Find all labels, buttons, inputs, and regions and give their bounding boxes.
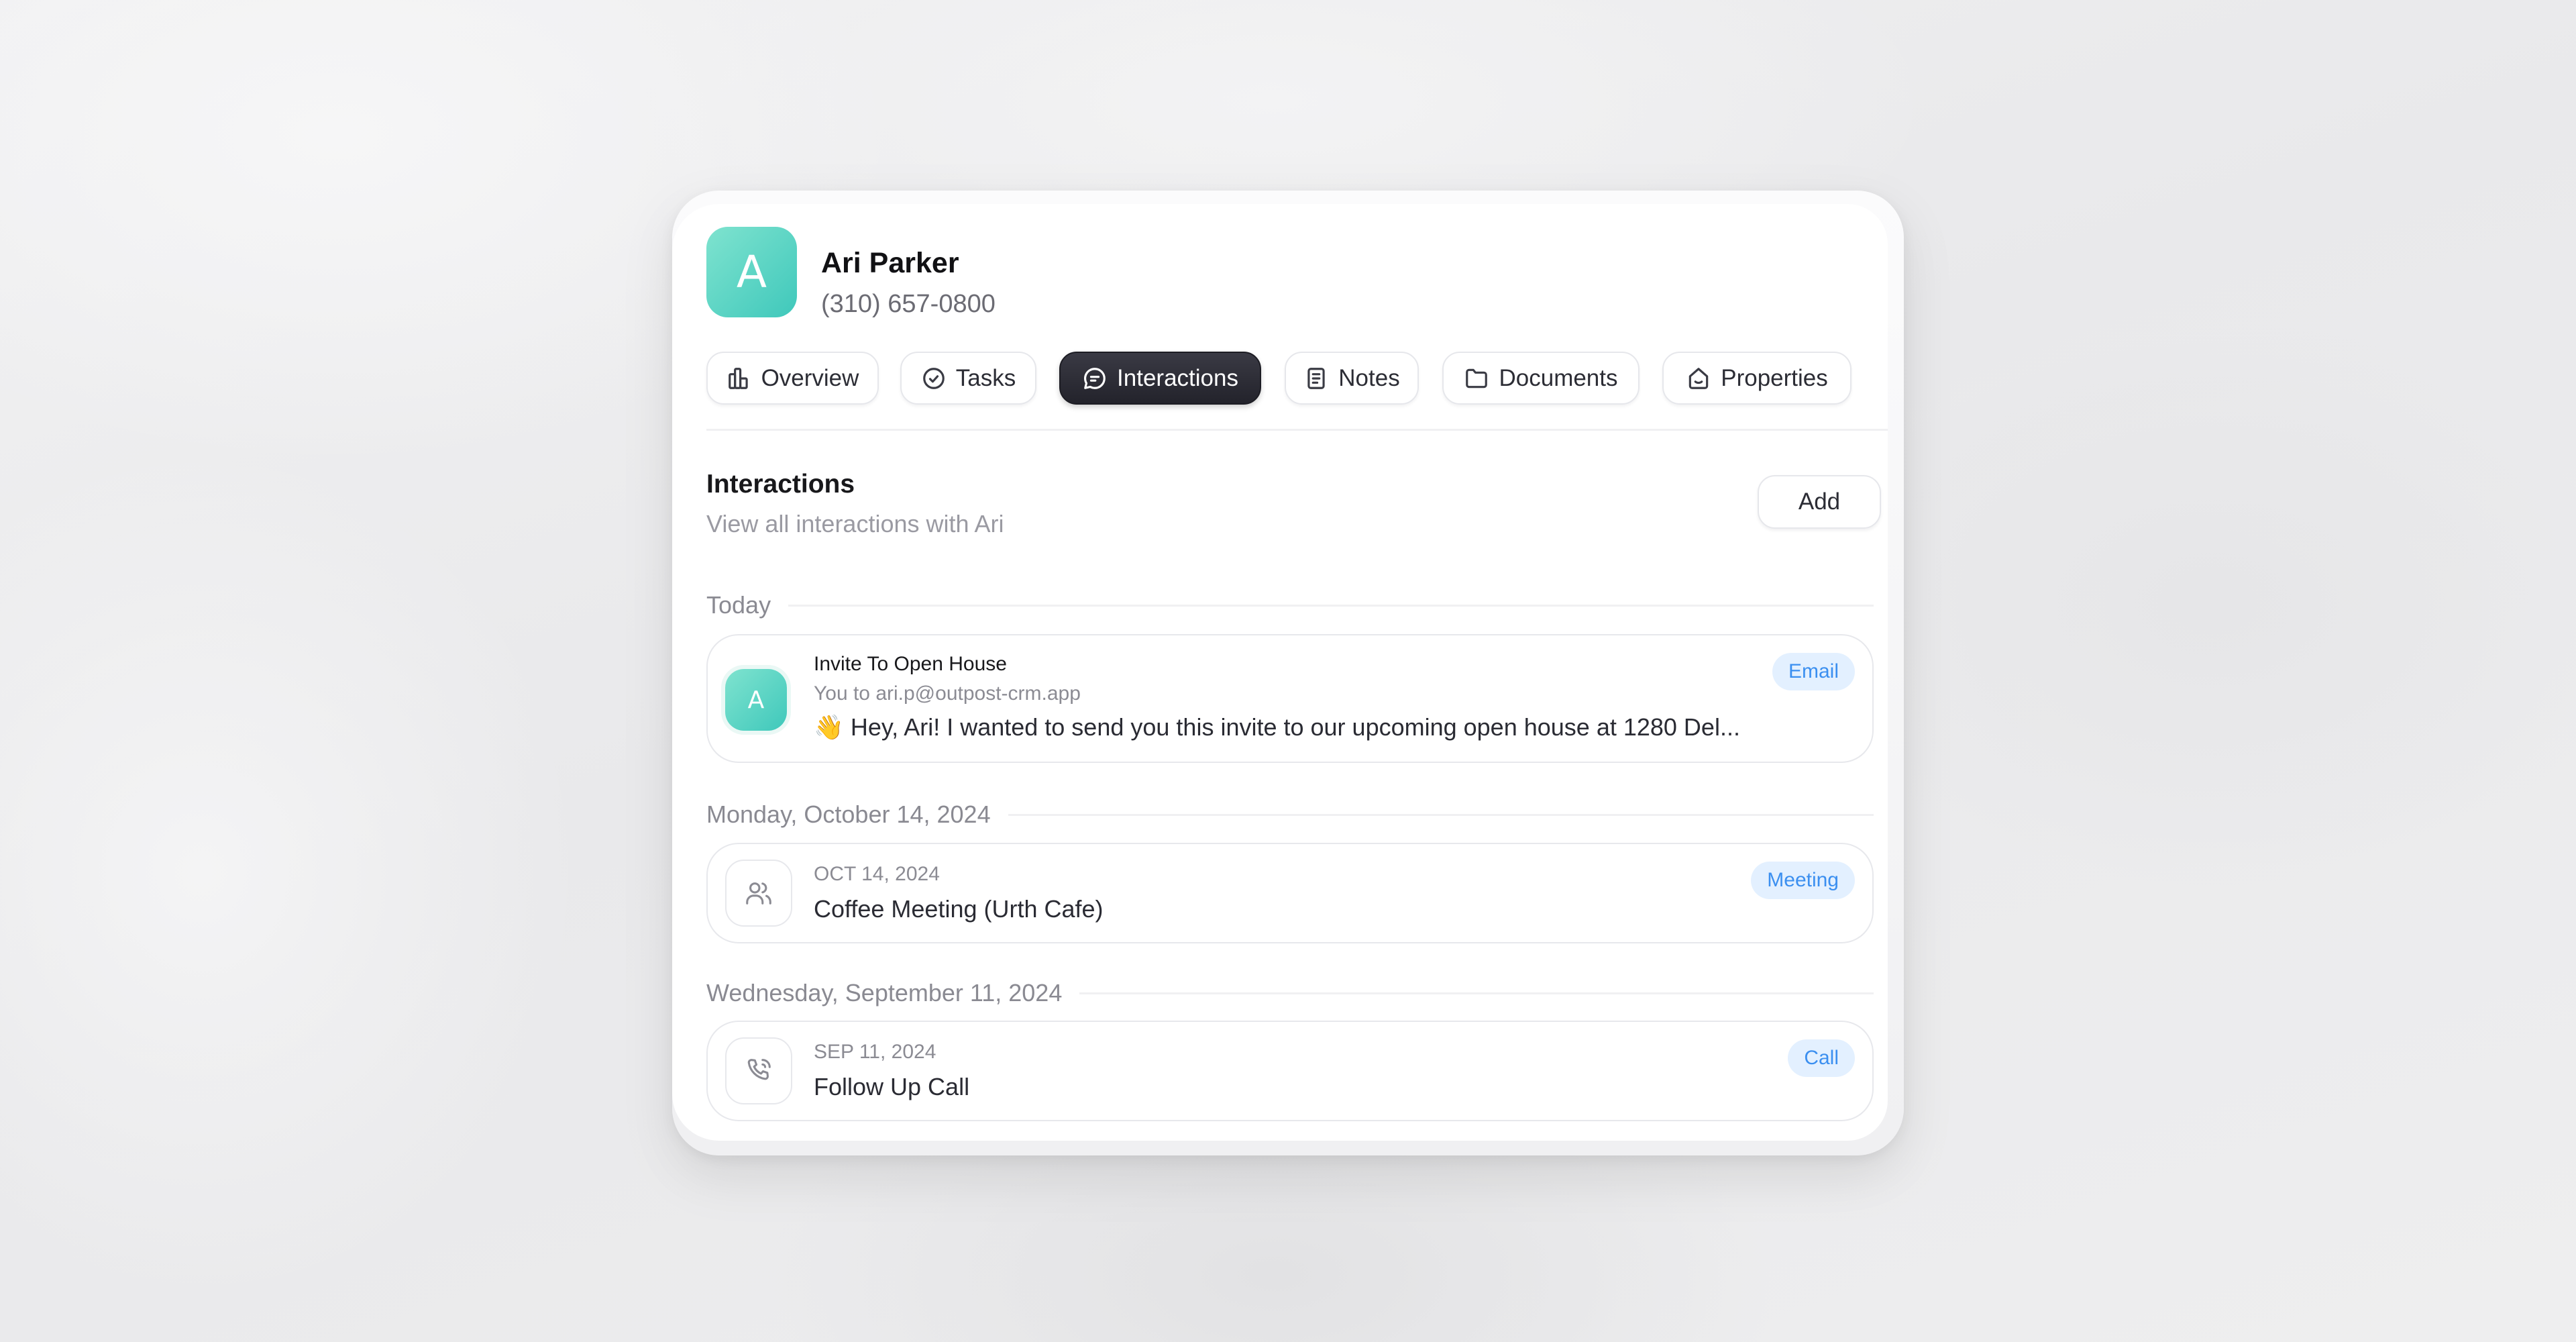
header-divider xyxy=(706,429,1888,431)
call-icon-box xyxy=(725,1037,792,1104)
tab-overview[interactable]: Overview xyxy=(706,352,879,405)
type-badge: Meeting xyxy=(1751,862,1855,899)
date-group-header: Today xyxy=(706,588,1874,622)
date-group-divider xyxy=(788,604,1874,607)
interaction-item-email[interactable]: A Invite To Open House You to ari.p@outp… xyxy=(706,634,1874,763)
type-badge: Email xyxy=(1772,653,1855,690)
date-group-label: Monday, October 14, 2024 xyxy=(706,801,991,828)
interaction-item-meeting[interactable]: OCT 14, 2024 Coffee Meeting (Urth Cafe) … xyxy=(706,843,1874,943)
contact-card: A Ari Parker (310) 657-0800 Overview Tas… xyxy=(672,204,1888,1141)
contact-name: Ari Parker xyxy=(821,247,959,279)
contact-avatar-initial: A xyxy=(736,246,767,298)
phone-call-icon xyxy=(747,1059,771,1080)
meeting-icon-box xyxy=(725,860,792,927)
tab-label: Tasks xyxy=(955,364,1016,391)
email-subject: Invite To Open House xyxy=(814,653,1007,675)
tab-bar: Overview Tasks Interactions Notes Docume… xyxy=(706,352,1887,406)
tab-label: Documents xyxy=(1499,364,1618,391)
add-interaction-button[interactable]: Add xyxy=(1758,475,1881,529)
house-icon xyxy=(1688,367,1709,389)
sender-avatar: A xyxy=(725,669,787,731)
contact-avatar: A xyxy=(706,227,797,317)
tab-properties[interactable]: Properties xyxy=(1662,352,1851,405)
date-group-divider xyxy=(1079,992,1874,994)
chat-bubble-icon xyxy=(1084,367,1106,389)
tab-label: Notes xyxy=(1338,364,1400,391)
notes-icon xyxy=(1307,367,1325,389)
tab-tasks[interactable]: Tasks xyxy=(900,352,1036,405)
type-badge: Call xyxy=(1788,1039,1855,1077)
contact-phone[interactable]: (310) 657-0800 xyxy=(821,290,996,319)
contact-panel-frame: A Ari Parker (310) 657-0800 Overview Tas… xyxy=(672,191,1904,1155)
date-group-label: Wednesday, September 11, 2024 xyxy=(706,979,1063,1007)
bar-chart-icon xyxy=(728,367,748,389)
tab-interactions[interactable]: Interactions xyxy=(1059,352,1261,405)
email-preview: 👋 Hey, Ari! I wanted to send you this in… xyxy=(814,713,1740,741)
interaction-date: SEP 11, 2024 xyxy=(814,1041,936,1063)
date-group-header: Monday, October 14, 2024 xyxy=(706,798,1874,831)
tab-notes[interactable]: Notes xyxy=(1285,352,1419,405)
section-subtitle: View all interactions with Ari xyxy=(706,510,1004,537)
folder-icon xyxy=(1466,368,1488,388)
tab-documents[interactable]: Documents xyxy=(1442,352,1640,405)
users-icon xyxy=(746,882,771,905)
sender-avatar-initial: A xyxy=(747,686,765,714)
interaction-name: Coffee Meeting (Urth Cafe) xyxy=(814,895,1104,923)
date-group-divider xyxy=(1008,813,1874,816)
section-title: Interactions xyxy=(706,470,855,499)
date-group-label: Today xyxy=(706,591,771,619)
tab-label: Interactions xyxy=(1117,364,1238,391)
date-group-header: Wednesday, September 11, 2024 xyxy=(706,976,1874,1010)
tab-label: Overview xyxy=(761,364,859,391)
interaction-name: Follow Up Call xyxy=(814,1073,970,1100)
interaction-date: OCT 14, 2024 xyxy=(814,863,940,885)
email-from: You to ari.p@outpost-crm.app xyxy=(814,682,1081,705)
interaction-item-call[interactable]: SEP 11, 2024 Follow Up Call Call xyxy=(706,1021,1874,1121)
tab-label: Properties xyxy=(1721,364,1828,391)
check-circle-icon xyxy=(922,367,945,389)
